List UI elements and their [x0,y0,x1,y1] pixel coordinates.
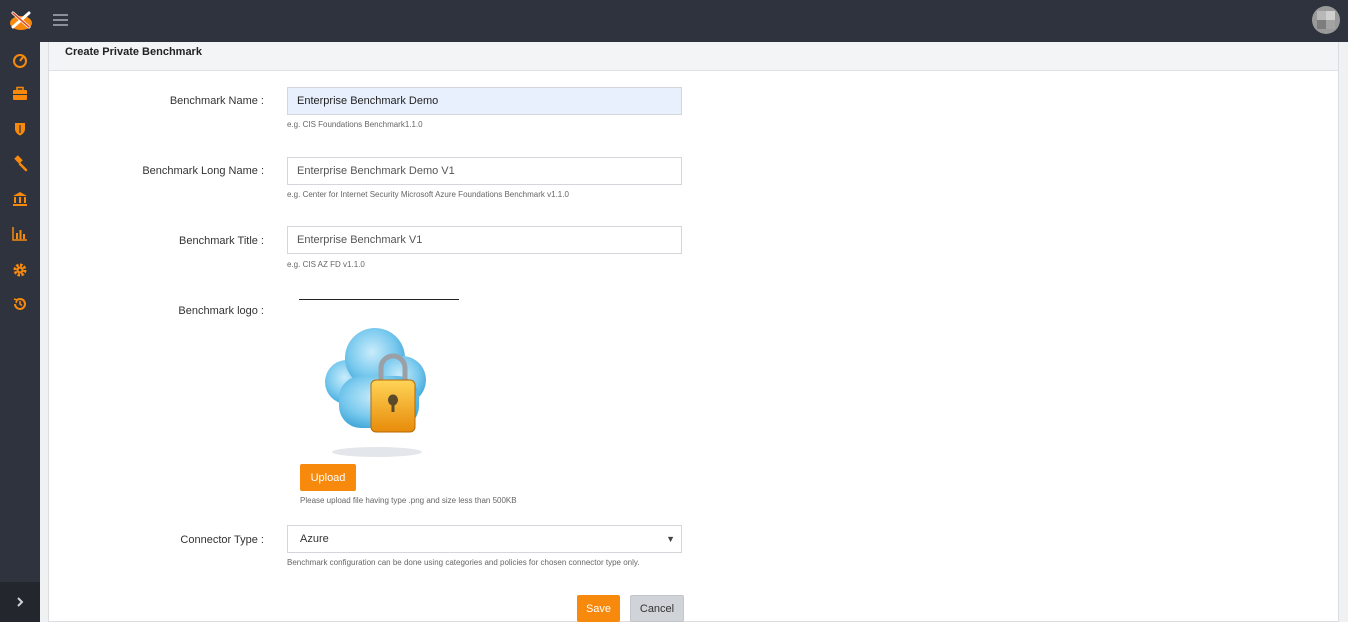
connector-type-value: Azure [300,533,329,545]
hamburger-icon[interactable] [53,14,68,26]
bar-chart-icon[interactable] [11,225,29,243]
app-logo[interactable] [8,8,34,32]
benchmark-title-input[interactable]: Enterprise Benchmark V1 [287,226,682,254]
benchmark-name-hint: e.g. CIS Foundations Benchmark1.1.0 [287,120,423,129]
briefcase-icon[interactable] [11,85,29,103]
benchmark-long-name-input[interactable]: Enterprise Benchmark Demo V1 [287,157,682,185]
dashboard-gauge-icon[interactable] [11,51,29,69]
top-bar [0,0,1348,42]
upload-button[interactable]: Upload [300,464,356,491]
cancel-button[interactable]: Cancel [630,595,684,622]
upload-hint: Please upload file having type .png and … [300,496,517,505]
gear-icon[interactable] [11,261,29,279]
benchmark-long-name-hint: e.g. Center for Internet Security Micros… [287,190,569,199]
benchmark-title-hint: e.g. CIS AZ FD v1.1.0 [287,260,365,269]
shield-icon[interactable] [11,120,29,138]
bank-icon[interactable] [11,190,29,208]
user-avatar[interactable] [1312,6,1340,34]
connector-type-label: Connector Type : [180,534,264,546]
page-title: Create Private Benchmark [65,46,202,58]
save-button[interactable]: Save [577,595,620,622]
sidebar-expand-toggle[interactable] [0,582,40,622]
gavel-icon[interactable] [11,155,29,173]
panel-header [49,42,1338,71]
chevron-right-icon[interactable] [13,595,27,609]
benchmark-name-input[interactable]: Enterprise Benchmark Demo [287,87,682,115]
connector-type-select[interactable]: Azure ▼ [287,525,682,553]
benchmark-logo-label: Benchmark logo : [178,305,264,317]
benchmark-name-label: Benchmark Name : [169,95,264,107]
connector-type-hint: Benchmark configuration can be done usin… [287,558,640,567]
caret-down-icon: ▼ [666,534,675,544]
sidebar [0,42,40,622]
create-benchmark-panel: Create Private Benchmark Benchmark Name … [48,42,1339,622]
logo-frame-line [299,299,459,300]
benchmark-title-label: Benchmark Title : [179,235,264,247]
history-icon[interactable] [11,295,29,313]
cloud-lock-logo-image [325,328,426,457]
benchmark-long-name-label: Benchmark Long Name : [142,165,264,177]
